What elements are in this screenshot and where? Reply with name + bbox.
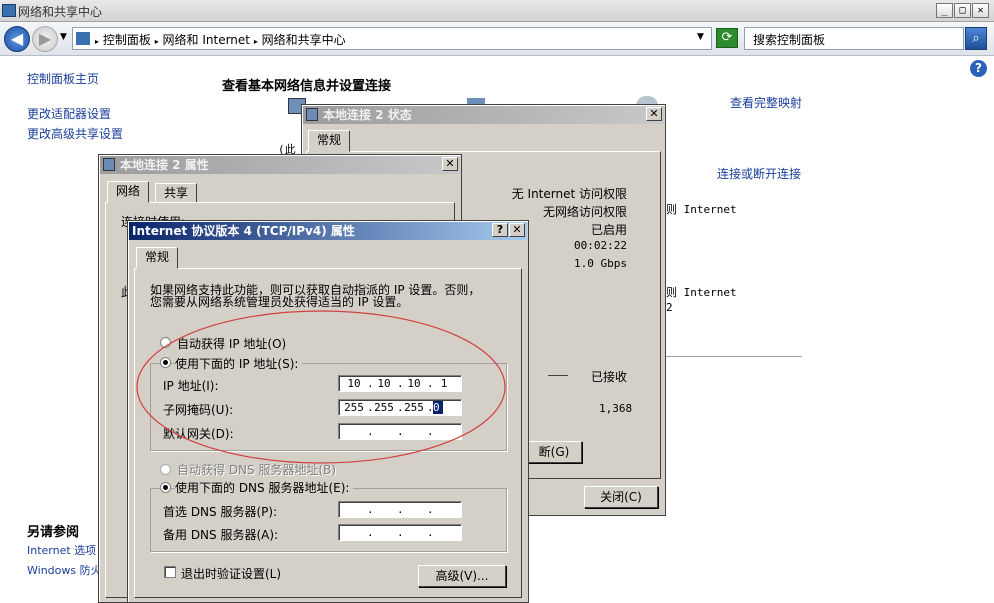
help-question-icon[interactable]: ?: [492, 223, 508, 237]
breadcrumb-sharing-center[interactable]: 网络和共享中心: [262, 33, 346, 47]
annotation-ellipse-shape: [136, 310, 506, 464]
tab-sharing[interactable]: 共享: [155, 183, 198, 203]
see-also-internet-options[interactable]: Internet 选项: [27, 542, 96, 558]
address-bar: ◀ ▶ ▼ ▸ 控制面板 ▸ 网络和 Internet ▸ 网络和共享中心 ▼ …: [0, 22, 994, 56]
duration: 00:02:22: [574, 239, 627, 252]
status-close-icon[interactable]: ✕: [646, 107, 662, 121]
tab-general[interactable]: 常规: [308, 130, 351, 152]
close-button[interactable]: ✕: [972, 3, 989, 18]
forward-button[interactable]: ▶: [32, 26, 58, 52]
help-icon[interactable]: ?: [970, 60, 987, 77]
alternate-dns-input[interactable]: ...: [338, 524, 462, 541]
address-box[interactable]: ▸ 控制面板 ▸ 网络和 Internet ▸ 网络和共享中心 ▼: [72, 27, 712, 50]
search-input[interactable]: 搜索控制面板: [744, 27, 964, 50]
search-placeholder: 搜索控制面板: [753, 33, 826, 47]
status-dialog-title: 本地连接 2 状态: [323, 108, 412, 122]
access-type-2: 则 Internet: [666, 286, 737, 299]
status-close-button[interactable]: 关闭(C): [584, 486, 658, 508]
tab-network[interactable]: 网络: [107, 181, 150, 203]
sidebar-item-sharing[interactable]: 更改高级共享设置: [27, 125, 123, 142]
access-type-1: 则 Internet: [666, 203, 737, 216]
search-icon[interactable]: ⌕: [965, 27, 987, 50]
control-panel-icon: [76, 32, 90, 45]
annotation-ellipse: [136, 310, 506, 464]
properties-close-icon[interactable]: ✕: [442, 157, 458, 171]
preferred-dns-label: 首选 DNS 服务器(P):: [163, 505, 278, 519]
ipv4-dialog-title: Internet 协议版本 4 (TCP/IPv4) 属性: [132, 224, 355, 238]
media-state: 已启用: [590, 223, 627, 237]
activity-line: [548, 375, 568, 376]
breadcrumb-network-internet[interactable]: 网络和 Internet: [163, 33, 250, 47]
ipv4-close-icon[interactable]: ✕: [509, 223, 525, 237]
breadcrumb-control-panel[interactable]: 控制面板: [103, 33, 151, 47]
disable-button[interactable]: 断(G): [526, 441, 582, 463]
connection-icon: [306, 108, 318, 121]
partial-text: 2: [666, 301, 673, 314]
speed: 1.0 Gbps: [574, 257, 627, 270]
received-label: 已接收: [591, 370, 628, 384]
maximize-button[interactable]: □: [954, 3, 971, 18]
ipv4-dialog-caption: Internet 协议版本 4 (TCP/IPv4) 属性: [129, 222, 527, 240]
status-dialog-caption: 本地连接 2 状态: [303, 106, 664, 124]
connect-disconnect-link[interactable]: 连接或断开连接: [717, 165, 801, 182]
use-dns-radio[interactable]: [160, 482, 171, 493]
ipv4-connectivity: 无 Internet 访问权限: [511, 187, 627, 201]
back-button[interactable]: ◀: [4, 26, 30, 52]
properties-dialog-caption: 本地连接 2 属性: [100, 156, 460, 174]
refresh-icon[interactable]: ⟳: [716, 28, 738, 48]
address-dropdown-icon[interactable]: ▼: [697, 32, 704, 42]
title-bar: 网络和共享中心 _ □ ✕: [0, 0, 994, 22]
minimize-button[interactable]: _: [936, 3, 953, 18]
properties-dialog-title: 本地连接 2 属性: [120, 158, 209, 172]
window-title: 网络和共享中心: [18, 5, 103, 19]
divider: [665, 356, 802, 357]
alternate-dns-label: 备用 DNS 服务器(A):: [163, 528, 279, 542]
validate-label[interactable]: 退出时验证设置(L): [181, 565, 281, 582]
validate-checkbox[interactable]: [164, 566, 176, 578]
connection-icon: [103, 158, 115, 171]
ipv6-connectivity: 无网络访问权限: [542, 205, 627, 219]
page-title: 查看基本网络信息并设置连接: [222, 79, 392, 94]
received-value: 1,368: [599, 402, 633, 415]
history-dropdown-icon[interactable]: ▼: [60, 32, 67, 42]
see-also-title: 另请参阅: [27, 525, 80, 540]
network-center-icon: [2, 4, 16, 17]
view-full-map-link[interactable]: 查看完整映射: [730, 94, 802, 111]
tab-general[interactable]: 常规: [136, 247, 179, 269]
use-dns-label[interactable]: 使用下面的 DNS 服务器地址(E):: [175, 479, 354, 496]
preferred-dns-input[interactable]: ...: [338, 501, 462, 518]
sidebar-item-home[interactable]: 控制面板主页: [27, 70, 99, 87]
breadcrumb: ▸ 控制面板 ▸ 网络和 Internet ▸ 网络和共享中心: [95, 33, 346, 47]
sidebar-item-adapter[interactable]: 更改适配器设置: [27, 105, 111, 122]
advanced-button[interactable]: 高级(V)...: [418, 565, 506, 587]
